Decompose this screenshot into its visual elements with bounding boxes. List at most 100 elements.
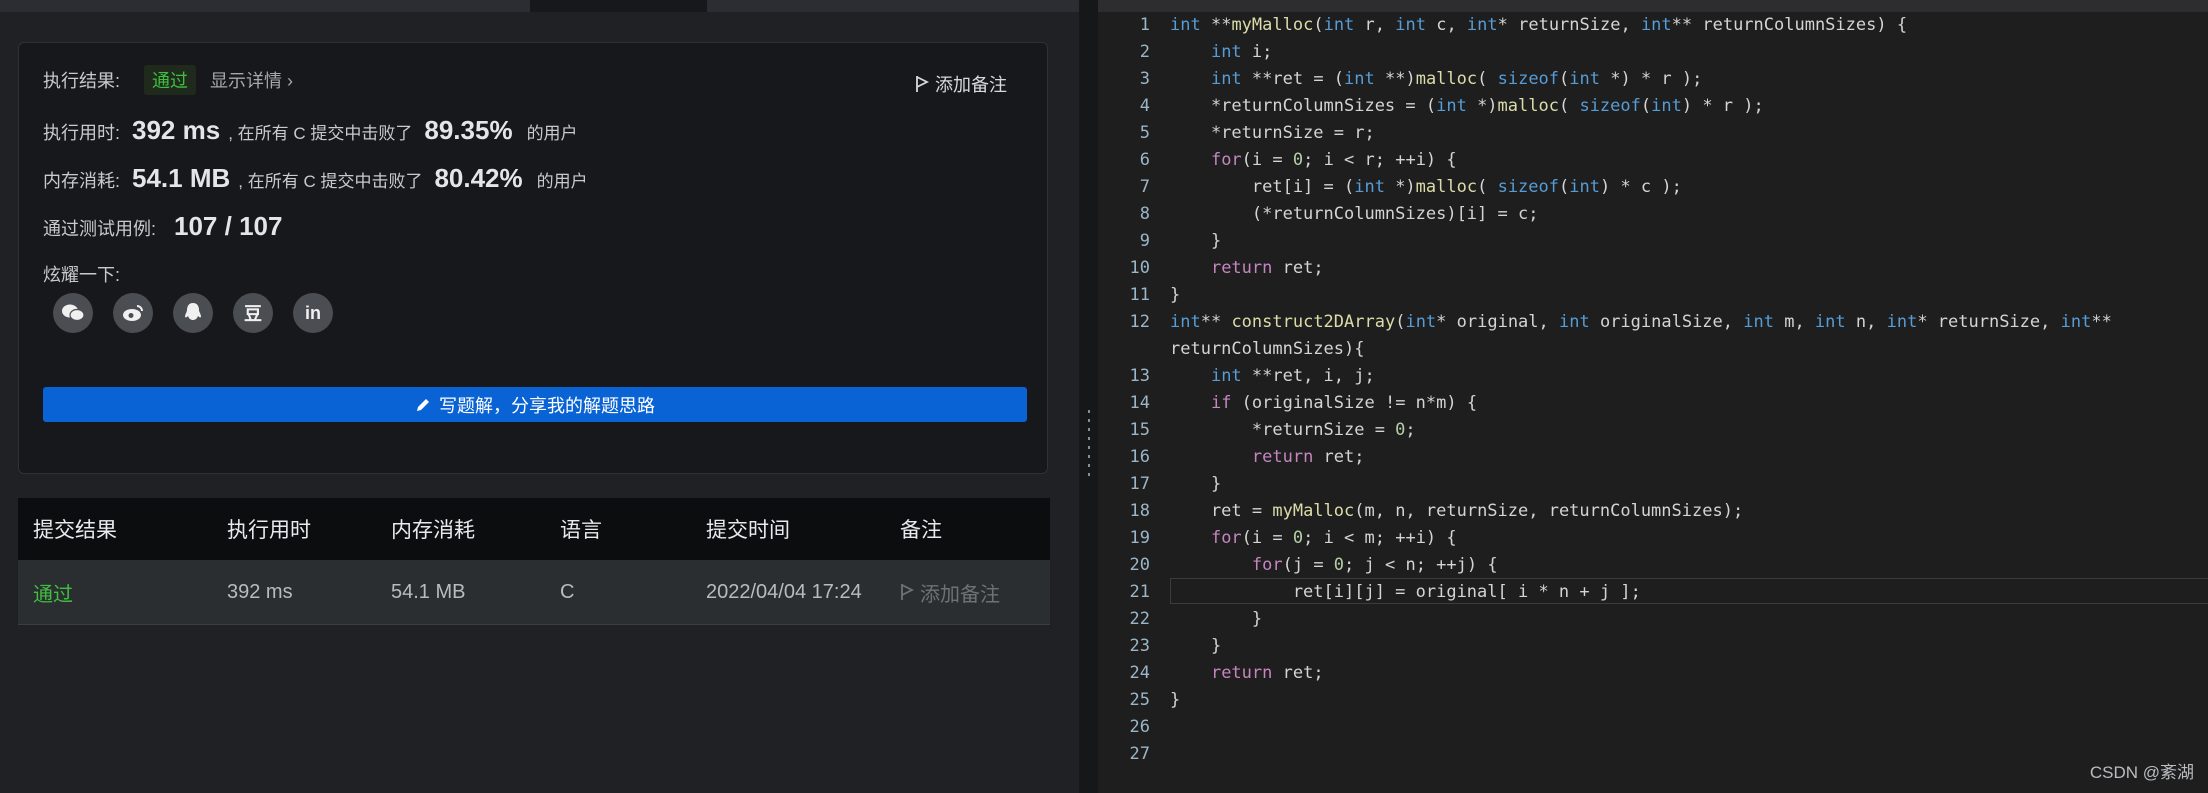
line-number: 13: [1129, 366, 1150, 386]
row-add-note-button[interactable]: 添加备注: [900, 578, 1000, 607]
code-editor[interactable]: 1 2 3 4 5 6 7 8 9 10 11 12 13 14 15 16 17 18 19 20 21 22 23 24 2…: [1098, 0, 2208, 793]
code-line[interactable]: for(i = 0; i < r; ++i) {: [1170, 147, 1457, 174]
code-line[interactable]: int **myMalloc(int r, int c, int* return…: [1170, 12, 1907, 39]
line-number: 23: [1129, 636, 1150, 656]
col-language[interactable]: 语言: [560, 514, 602, 544]
line-number: 18: [1129, 501, 1150, 521]
code-line[interactable]: return ret;: [1170, 255, 1324, 282]
show-details-link[interactable]: 显示详情 ›: [210, 67, 293, 93]
row-status-link[interactable]: 通过: [33, 578, 73, 607]
code-line[interactable]: *returnColumnSizes = (int *)malloc( size…: [1170, 93, 1764, 120]
code-line[interactable]: }: [1170, 606, 1262, 633]
line-number: 21: [1129, 582, 1150, 602]
cases-value: 107 / 107: [174, 211, 283, 241]
status-badge: 通过: [144, 65, 197, 95]
code-line[interactable]: (*returnColumnSizes)[i] = c;: [1170, 201, 1539, 228]
time-label: 执行用时:: [43, 123, 121, 143]
memory-value: 54.1 MB: [132, 163, 231, 193]
code-line[interactable]: }: [1170, 633, 1221, 660]
col-submitted-at[interactable]: 提交时间: [706, 514, 790, 544]
linkedin-icon[interactable]: in: [293, 293, 333, 333]
code-line[interactable]: ret = myMalloc(m, n, returnSize, returnC…: [1170, 498, 1743, 525]
row-time: 392 ms: [227, 580, 293, 603]
flag-icon: [901, 584, 914, 600]
code-line[interactable]: return ret;: [1170, 444, 1365, 471]
show-details-label: 显示详情: [210, 71, 283, 91]
cases-row: 通过测试用例: 107 / 107: [43, 211, 290, 242]
code-line[interactable]: int i;: [1170, 39, 1272, 66]
time-row: 执行用时: 392 ms , 在所有 C 提交中击败了 89.35% 的用户: [43, 115, 578, 146]
line-number: 1: [1139, 15, 1150, 35]
wechat-icon[interactable]: [53, 293, 93, 333]
line-number: 8: [1139, 204, 1150, 224]
code-line[interactable]: return ret;: [1170, 660, 1324, 687]
code-line[interactable]: }: [1170, 282, 1180, 309]
code-line[interactable]: }: [1170, 228, 1221, 255]
line-number: 9: [1139, 231, 1150, 251]
result-panel: 执行结果: 通过 显示详情 › 添加备注 执行用时: 392 ms , 在所有 …: [0, 0, 1079, 793]
watermark: CSDN @紊湖: [2089, 763, 2194, 782]
code-line[interactable]: ret[i] = (int *)malloc( sizeof(int) * c …: [1170, 174, 1682, 201]
memory-users-suffix: 的用户: [536, 172, 588, 191]
pane-divider[interactable]: [1079, 0, 1098, 793]
line-number: 3: [1139, 69, 1150, 89]
panel-tab-bar: [0, 0, 1079, 12]
col-time[interactable]: 执行用时: [227, 514, 311, 544]
code-line[interactable]: if (originalSize != n*m) {: [1170, 390, 1477, 417]
share-row: 炫耀一下:: [43, 261, 120, 287]
memory-beat-text: , 在所有 C 提交中击败了: [238, 172, 423, 191]
col-status[interactable]: 提交结果: [33, 514, 117, 544]
submissions-table: 提交结果 执行用时 内存消耗 语言 提交时间 备注 通过 392 ms 54.1…: [18, 498, 1050, 625]
code-line[interactable]: }: [1170, 471, 1221, 498]
memory-percent: 80.42%: [434, 163, 523, 193]
code-line[interactable]: }: [1170, 687, 1180, 714]
resize-grip-icon[interactable]: [1088, 410, 1090, 482]
col-memory[interactable]: 内存消耗: [391, 514, 475, 544]
exec-result-label: 执行结果:: [43, 71, 121, 91]
add-note-label: 添加备注: [935, 75, 1007, 95]
table-header: 提交结果 执行用时 内存消耗 语言 提交时间 备注: [18, 498, 1050, 560]
write-solution-label: 写题解，分享我的解题思路: [439, 395, 655, 416]
linkedin-glyph: in: [305, 302, 321, 323]
line-number: 16: [1129, 447, 1150, 467]
line-number: 14: [1129, 393, 1150, 413]
code-line[interactable]: ret[i][j] = original[ i * n + j ];: [1170, 579, 1641, 606]
col-note: 备注: [900, 519, 942, 542]
code-line[interactable]: for(i = 0; i < m; ++i) {: [1170, 525, 1457, 552]
active-tab[interactable]: [530, 0, 707, 12]
douban-glyph: 豆: [244, 304, 262, 324]
line-number: 20: [1129, 555, 1150, 575]
row-memory: 54.1 MB: [391, 580, 466, 603]
line-number: 27: [1129, 744, 1150, 764]
exec-result-row: 执行结果: 通过 显示详情 ›: [43, 65, 293, 95]
weibo-icon[interactable]: [113, 293, 153, 333]
row-submitted-at: 2022/04/04 17:24: [706, 580, 862, 603]
line-number: 24: [1129, 663, 1150, 683]
qq-icon[interactable]: [173, 293, 213, 333]
code-line[interactable]: int **ret, i, j;: [1170, 363, 1375, 390]
code-line[interactable]: returnColumnSizes){: [1170, 336, 1364, 363]
code-line[interactable]: int **ret = (int **)malloc( sizeof(int *…: [1170, 66, 1702, 93]
time-users-suffix: 的用户: [526, 124, 578, 143]
row-language: C: [560, 580, 575, 603]
line-number: 15: [1129, 420, 1150, 440]
line-number: 4: [1139, 96, 1150, 116]
line-number: 11: [1129, 285, 1150, 305]
editor-top-bar: [1098, 0, 2208, 12]
code-line[interactable]: int** construct2DArray(int* original, in…: [1170, 309, 2112, 336]
time-percent: 89.35%: [424, 115, 513, 145]
line-number: 26: [1129, 717, 1150, 737]
line-number: 10: [1129, 258, 1150, 278]
share-label: 炫耀一下:: [43, 265, 121, 285]
table-row[interactable]: 通过 392 ms 54.1 MB C 2022/04/04 17:24 添加备…: [18, 560, 1050, 625]
code-line[interactable]: *returnSize = r;: [1170, 120, 1375, 147]
add-note-button[interactable]: 添加备注: [915, 71, 1007, 97]
line-number: 25: [1129, 690, 1150, 710]
douban-icon[interactable]: 豆: [233, 293, 273, 333]
time-value: 392 ms: [132, 115, 221, 145]
line-number: 6: [1139, 150, 1150, 170]
row-note-label: 添加备注: [920, 583, 1000, 606]
code-line[interactable]: for(j = 0; j < n; ++j) {: [1170, 552, 1498, 579]
write-solution-button[interactable]: 写题解，分享我的解题思路: [43, 387, 1027, 422]
code-line[interactable]: *returnSize = 0;: [1170, 417, 1416, 444]
